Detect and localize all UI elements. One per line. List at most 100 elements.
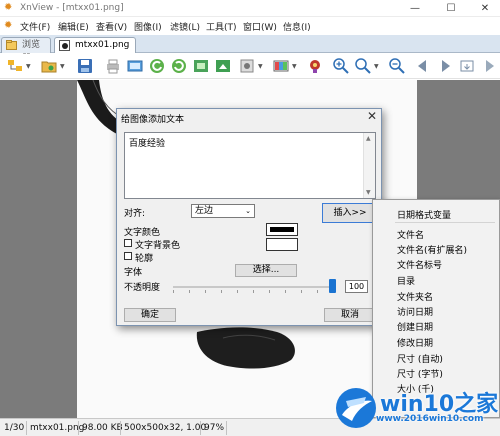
watermark: win10之家 www.2016win10.com (334, 383, 500, 433)
image-icon (59, 40, 70, 51)
menu-filter[interactable]: 滤镜(L) (170, 20, 200, 33)
rotate-left-icon[interactable] (148, 57, 166, 75)
tab-browser[interactable]: 浏览器 (1, 37, 51, 64)
menu-item-filename-index[interactable]: 文件名标号 (397, 258, 442, 271)
minimize-button[interactable]: — (404, 0, 426, 17)
status-filename: mtxx01.png (30, 423, 85, 433)
open-folder-icon[interactable] (40, 57, 58, 75)
text-scrollbar[interactable]: ▲ ▼ (363, 133, 375, 198)
menu-file[interactable]: 文件(F) (20, 20, 50, 33)
watermark-url: www.2016win10.com (376, 414, 484, 424)
text-bg-color-label: 文字背景色 (135, 241, 181, 251)
scroll-up-icon[interactable]: ▲ (366, 135, 371, 142)
xnview-logo-icon: ✹ (4, 2, 13, 13)
choose-font-button[interactable]: 选择... (235, 264, 297, 277)
app-menu-icon[interactable]: ✹ (4, 20, 12, 31)
status-divider (26, 421, 27, 435)
menu-item-size-auto[interactable]: 尺寸 (自动) (397, 352, 443, 365)
menu-item-size-bytes[interactable]: 尺寸 (字节) (397, 367, 443, 380)
menu-tools[interactable]: 工具(T) (206, 20, 237, 33)
menu-item-filename-ext[interactable]: 文件名(有扩展名) (397, 243, 467, 256)
font-label: 字体 (124, 268, 143, 278)
maximize-button[interactable]: ☐ (440, 0, 462, 17)
menu-edit[interactable]: 编辑(E) (58, 20, 89, 33)
align-select[interactable]: 左边 ⌄ (191, 204, 255, 218)
menu-info[interactable]: 信息(I) (283, 20, 311, 33)
menu-bar: ✹ 文件(F) 编辑(E) 查看(V) 图像(I) 滤镜(L) 工具(T) 窗口… (0, 17, 500, 34)
chevron-down-icon[interactable]: ▼ (60, 63, 65, 70)
text-bg-color-checkbox[interactable] (124, 239, 132, 247)
cancel-button[interactable]: 取消 (324, 308, 376, 322)
print-icon[interactable] (104, 57, 122, 75)
status-zoom: 97% (204, 423, 225, 433)
rotate-right-icon[interactable] (170, 57, 188, 75)
align-value: 左边 (195, 206, 214, 216)
opacity-label: 不透明度 (124, 283, 161, 293)
window-title: XnView - [mtxx01.png] (20, 3, 124, 13)
status-divider (78, 421, 79, 435)
opacity-slider-ticks (173, 290, 333, 293)
browse-icon[interactable] (6, 57, 24, 75)
adjust-icon[interactable] (238, 57, 256, 75)
ok-button[interactable]: 确定 (124, 308, 176, 322)
chevron-down-icon[interactable]: ▼ (26, 63, 31, 70)
chevron-down-icon[interactable]: ▼ (374, 63, 379, 70)
save-icon[interactable] (76, 57, 94, 75)
status-page: 1/30 (4, 423, 25, 433)
crop-icon[interactable] (214, 57, 232, 75)
slideshow-icon[interactable] (480, 57, 498, 75)
dialog-close-button[interactable]: ✕ (367, 109, 377, 123)
tab-image[interactable]: mtxx01.png (54, 37, 136, 53)
browser-icon (6, 40, 17, 50)
menu-item-modified-date[interactable]: 修改日期 (397, 336, 433, 349)
zoom-icon[interactable] (354, 57, 372, 75)
chevron-down-icon[interactable]: ▼ (292, 63, 297, 70)
status-divider (120, 421, 121, 435)
menu-view[interactable]: 查看(V) (96, 20, 127, 33)
title-bar: ✹ XnView - [mtxx01.png] — ☐ ✕ (0, 0, 500, 17)
menu-separator (395, 222, 495, 223)
tab-bar: 浏览器 mtxx01.png (0, 35, 500, 64)
win10-logo-icon (336, 388, 376, 428)
text-color-swatch[interactable] (266, 223, 298, 236)
scroll-down-icon[interactable]: ▼ (366, 189, 371, 196)
insert-button[interactable]: 插入>> (322, 203, 378, 223)
chevron-down-icon: ⌄ (245, 207, 251, 215)
menu-item-directory[interactable]: 目录 (397, 274, 415, 287)
close-button[interactable]: ✕ (474, 0, 496, 17)
text-bg-color-swatch[interactable] (266, 238, 298, 251)
scan-icon[interactable] (126, 57, 144, 75)
menu-window[interactable]: 窗口(W) (243, 20, 277, 33)
status-dimensions: 500x500x32, 1.00 (124, 423, 207, 433)
opacity-slider-thumb[interactable] (329, 279, 336, 293)
align-label: 对齐: (124, 209, 146, 219)
palette-icon[interactable] (272, 57, 290, 75)
menu-item-access-date[interactable]: 访问日期 (397, 305, 433, 318)
tab-label: mtxx01.png (75, 40, 130, 50)
menu-item-date-format[interactable]: 日期格式变量 (397, 208, 451, 221)
status-divider (200, 421, 201, 435)
text-input[interactable]: 百度经验 ▲ ▼ (124, 132, 376, 199)
zoom-in-icon[interactable] (332, 57, 350, 75)
menu-item-filename[interactable]: 文件名 (397, 228, 424, 241)
previous-icon[interactable] (414, 57, 432, 75)
menu-item-folder-name[interactable]: 文件夹名 (397, 290, 433, 303)
status-filesize: 98.00 KB (82, 423, 123, 433)
next-icon[interactable] (436, 57, 454, 75)
menu-item-creation-date[interactable]: 创建日期 (397, 320, 433, 333)
zoom-out-icon[interactable] (388, 57, 406, 75)
effects-icon[interactable] (306, 57, 324, 75)
resize-icon[interactable] (192, 57, 210, 75)
add-text-dialog: 给图像添加文本 ✕ 百度经验 ▲ ▼ 对齐: 左边 ⌄ 插入>> 文字颜色 文字… (116, 108, 382, 326)
opacity-slider-track[interactable] (173, 286, 333, 288)
dialog-title: 给图像添加文本 (121, 115, 185, 125)
text-color-fill (270, 227, 294, 232)
fullscreen-icon[interactable] (458, 57, 476, 75)
opacity-input[interactable]: 100 (345, 280, 368, 293)
status-divider (226, 421, 227, 435)
text-input-value: 百度经验 (129, 139, 166, 149)
chevron-down-icon[interactable]: ▼ (258, 63, 263, 70)
menu-image[interactable]: 图像(I) (134, 20, 162, 33)
outline-checkbox[interactable] (124, 252, 132, 260)
text-color-label: 文字颜色 (124, 228, 161, 238)
